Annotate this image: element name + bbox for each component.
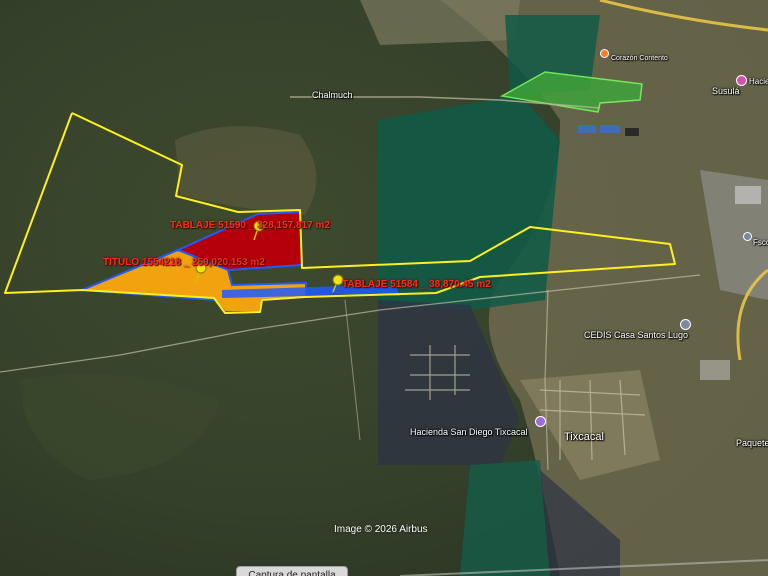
label-tablaje-51584: TABLAJE 51584 _ 38,870.45 m2 — [342, 279, 491, 290]
label-tablaje-51590: TABLAJE 51590 _ 328,157.817 m2 — [170, 220, 330, 231]
label-hacienda-san-diego: Hacienda San Diego Tixcacal — [410, 427, 528, 437]
label-susula: Susulá — [712, 86, 740, 96]
satellite-map[interactable]: Chalmuch Corazón Contento Susulá Haciend… — [0, 0, 768, 576]
building — [700, 360, 730, 380]
poi-fsco-icon[interactable] — [743, 232, 752, 241]
building — [578, 125, 596, 133]
label-cedis: CEDIS Casa Santos Lugo — [584, 330, 689, 340]
label-tixcacal: Tixcacal — [564, 431, 604, 443]
poi-corazon-contento-icon[interactable] — [600, 49, 609, 58]
north-urban — [360, 0, 520, 45]
poi-hacienda-san-diego-icon[interactable] — [535, 416, 546, 427]
label-corazon-contento: Corazón Contento — [611, 55, 668, 62]
label-paquete: Paquete — [736, 438, 768, 448]
label-hacienda-top: Hacienda — [749, 77, 768, 86]
poi-hacienda-icon[interactable] — [736, 75, 747, 86]
imagery-attribution: Image © 2026 Airbus — [334, 524, 428, 535]
label-titulo-1554218: TITULO 1554218 _ 259,020.153 m2 — [103, 257, 265, 268]
building — [625, 128, 639, 136]
imagery-tile-teal — [378, 95, 560, 310]
poi-cedis-icon[interactable] — [680, 319, 691, 330]
capture-screenshot-button[interactable]: Captura de pantalla — [236, 566, 348, 576]
building — [600, 125, 620, 133]
label-fsco: Fsco — [753, 238, 768, 247]
building — [735, 186, 761, 204]
imagery-tile-teal-south — [460, 460, 550, 576]
label-chalmuch: Chalmuch — [312, 90, 353, 100]
